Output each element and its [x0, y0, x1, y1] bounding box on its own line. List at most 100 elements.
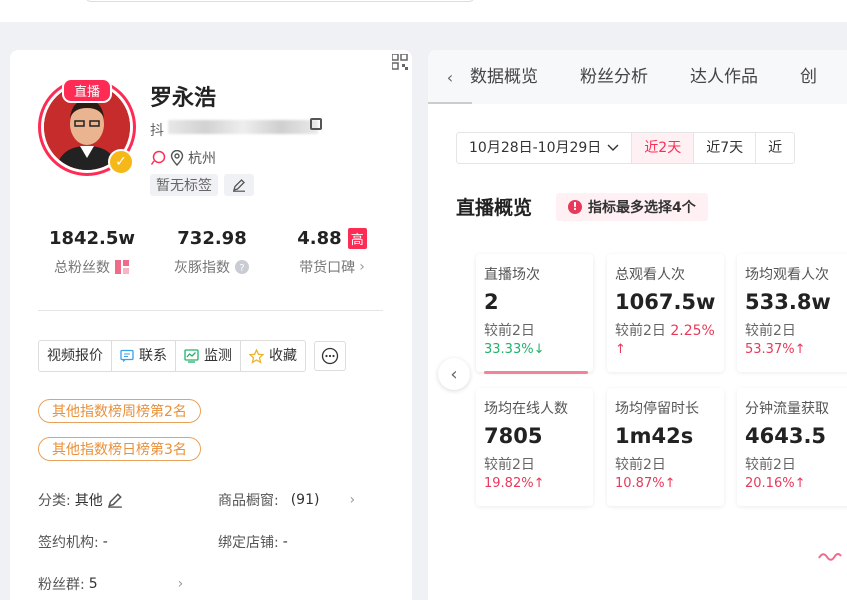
stat-value: 732.98	[177, 228, 247, 249]
metric-compare: 较前2日 2.25%	[615, 320, 716, 340]
metric-change: 33.33%↓	[484, 342, 585, 357]
stat-reputation: 4.88 高 带货口碑 ›	[272, 228, 392, 277]
tabs: 数据概览 粉丝分析 达人作品 创	[470, 50, 847, 104]
metric-change: 53.37%↑	[745, 342, 847, 357]
stat-index: 732.98 灰豚指数 ?	[152, 228, 272, 277]
date-filter: 10月28日-10月29日 近2天 近7天 近	[456, 132, 796, 164]
account-prefix: 抖	[150, 123, 164, 139]
rank-badge-daily[interactable]: 其他指数榜日榜第3名	[38, 437, 201, 461]
showcase-row[interactable]: 商品橱窗: (91) ›	[218, 490, 355, 510]
location-text: 杭州	[188, 151, 216, 167]
contact-button[interactable]: 联系	[112, 341, 176, 371]
chevron-right-icon: ›	[177, 576, 184, 592]
metric-limit-hint: ! 指标最多选择4个	[556, 193, 708, 221]
metric-card-avg-stay[interactable]: 场均停留时长 1m42s 较前2日 10.87%↑	[607, 388, 724, 506]
arrow-up-icon: ↑	[533, 476, 545, 491]
metric-label: 场均停留时长	[615, 401, 699, 417]
qr-code-icon[interactable]	[392, 54, 408, 70]
stat-label-row: 灰豚指数 ?	[152, 257, 272, 277]
level-badge: 高	[347, 228, 367, 249]
message-icon	[120, 349, 134, 362]
arrow-up-icon: ↑	[664, 476, 676, 491]
metric-label: 场均观看人次	[745, 267, 829, 283]
metric-card-total-views[interactable]: 总观看人次 1067.5w 较前2日 2.25% ↑	[607, 254, 724, 372]
arrow-up-icon: ↑	[794, 342, 806, 357]
metric-compare: 较前2日	[484, 323, 535, 339]
metric-compare: 较前2日	[745, 323, 796, 339]
metric-change: 19.82%↑	[484, 476, 585, 491]
category-value: 其他	[74, 493, 103, 509]
fans-group-value: 5	[88, 576, 98, 592]
metric-card-traffic[interactable]: 分钟流量获取 4643.5 较前2日 20.16%↑	[737, 388, 847, 506]
alert-icon: !	[568, 200, 582, 214]
monitor-button[interactable]: 监测	[176, 341, 241, 371]
metric-value: 7805	[484, 424, 543, 448]
favorite-label: 收藏	[269, 348, 297, 364]
star-icon	[249, 348, 264, 364]
chevron-down-icon	[607, 144, 619, 151]
chat-bubble-icon[interactable]	[150, 150, 166, 166]
metric-card-live-count[interactable]: 直播场次 2 较前2日 33.33%↓	[476, 254, 593, 374]
fans-group-row[interactable]: 粉丝群: 5 ›	[38, 574, 183, 594]
data-card: ‹ 数据概览 粉丝分析 达人作品 创 10月28日-10月29日 近2天 近7天…	[428, 50, 847, 600]
stat-label-row[interactable]: 带货口碑 ›	[272, 257, 392, 277]
date-option-more[interactable]: 近	[756, 133, 794, 163]
metric-value: 2	[484, 290, 499, 314]
divider	[38, 310, 383, 311]
tab-more[interactable]: 创	[800, 50, 847, 104]
carousel-prev-button[interactable]: ‹	[438, 358, 470, 390]
metric-card-avg-views[interactable]: 场均观看人次 533.8w 较前2日 53.37%↑	[737, 254, 847, 372]
tab-overview[interactable]: 数据概览	[470, 50, 580, 104]
stat-label: 灰豚指数	[174, 260, 230, 276]
stat-value: 1842.5w	[48, 228, 136, 249]
metric-label: 直播场次	[484, 267, 540, 283]
monitor-label: 监测	[204, 348, 232, 364]
profile-name: 罗永浩	[150, 86, 217, 111]
metric-value: 1m42s	[615, 424, 694, 448]
search-bar-edge[interactable]	[85, 0, 475, 2]
favorite-button[interactable]: 收藏	[241, 341, 305, 371]
tab-works[interactable]: 达人作品	[690, 50, 800, 104]
tag-row: 暂无标签	[150, 174, 254, 196]
tabs-scroll-left-button[interactable]: ‹	[428, 50, 472, 104]
action-group: 视频报价 联系 监测 收藏	[38, 340, 306, 372]
metric-compare: 较前2日	[484, 457, 535, 473]
svg-text:?: ?	[239, 263, 244, 274]
chevron-right-icon: ›	[349, 492, 356, 508]
showcase-value: (91)	[290, 492, 320, 508]
date-range-picker[interactable]: 10月28日-10月29日	[457, 133, 633, 163]
top-bar	[0, 0, 847, 22]
stats-row: 1842.5w 总粉丝数 732.98 灰豚指数 ? 4.88 高 带货口碑 ›	[32, 228, 392, 277]
agency-label: 签约机构:	[38, 535, 99, 551]
rank-badge-weekly[interactable]: 其他指数榜周榜第2名	[38, 399, 201, 423]
category-label: 分类:	[38, 493, 71, 509]
arrow-down-icon: ↓	[533, 342, 545, 357]
pencil-icon[interactable]	[107, 492, 123, 508]
date-option-7days[interactable]: 近7天	[694, 133, 757, 163]
tab-fans-analysis[interactable]: 粉丝分析	[580, 50, 690, 104]
stat-label: 总粉丝数	[54, 260, 110, 276]
metric-label: 场均在线人数	[484, 401, 568, 417]
date-option-2days[interactable]: 近2天	[632, 133, 695, 163]
chevron-left-icon: ‹	[446, 67, 454, 87]
change-value: 33.33%	[484, 342, 534, 357]
tag-edit-button[interactable]	[224, 174, 254, 196]
agency-value: -	[102, 534, 108, 550]
change-value: 10.87%	[615, 476, 665, 491]
help-icon[interactable]: ?	[234, 259, 250, 275]
contact-label: 联系	[139, 348, 167, 364]
more-button[interactable]	[314, 341, 346, 371]
shop-row: 绑定店铺: -	[218, 532, 288, 552]
stat-fans: 1842.5w 总粉丝数	[32, 228, 152, 277]
grid-chart-icon[interactable]	[114, 259, 130, 275]
metric-card-avg-online[interactable]: 场均在线人数 7805 较前2日 19.82%↑	[476, 388, 593, 506]
metric-compare: 较前2日	[615, 457, 666, 473]
stat-label-row: 总粉丝数	[32, 257, 152, 277]
change-value: 19.82%	[484, 476, 534, 491]
metric-label: 总观看人次	[615, 267, 685, 283]
account-id-blurred	[168, 120, 318, 134]
metric-value: 4643.5	[745, 424, 827, 448]
tag-label: 暂无标签	[150, 174, 218, 196]
video-quote-button[interactable]: 视频报价	[39, 341, 112, 371]
copy-icon[interactable]	[310, 118, 322, 130]
